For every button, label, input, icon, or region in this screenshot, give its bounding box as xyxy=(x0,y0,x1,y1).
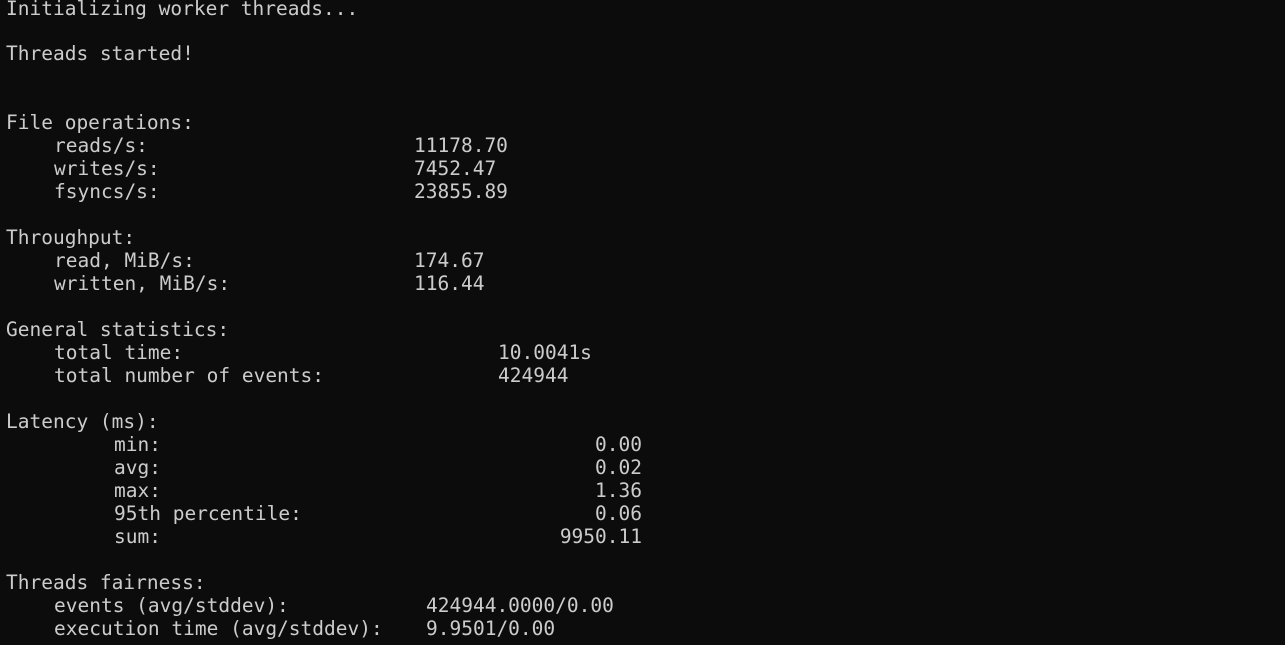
latency-sum-value: 9950.11 xyxy=(559,525,642,548)
fairness-exec-value: 9.9501/0.00 xyxy=(426,617,556,640)
reads-label: reads/s: xyxy=(54,134,148,157)
fairness-events-value: 424944.0000/0.00 xyxy=(426,594,614,617)
threads-started-line: Threads started! xyxy=(6,42,194,65)
latency-avg-label: avg: xyxy=(114,456,161,479)
latency-max-label: max: xyxy=(114,479,161,502)
latency-sum-label: sum: xyxy=(114,525,161,548)
writes-label: writes/s: xyxy=(54,157,160,180)
latency-p95-label: 95th percentile: xyxy=(114,502,302,525)
read-mib-label: read, MiB/s: xyxy=(54,249,195,272)
latency-p95-value: 0.06 xyxy=(595,502,642,525)
fsyncs-value: 23855.89 xyxy=(414,180,508,203)
latency-heading: Latency (ms): xyxy=(6,410,159,433)
writes-value: 7452.47 xyxy=(414,157,497,180)
fairness-events-label: events (avg/stddev): xyxy=(54,594,289,617)
total-time-label: total time: xyxy=(54,341,184,364)
total-events-label: total number of events: xyxy=(54,364,325,387)
written-mib-value: 116.44 xyxy=(414,272,485,295)
total-events-value: 424944 xyxy=(498,364,569,387)
read-mib-value: 174.67 xyxy=(414,249,485,272)
written-mib-label: written, MiB/s: xyxy=(54,272,231,295)
file-operations-heading: File operations: xyxy=(6,111,194,134)
latency-max-value: 1.36 xyxy=(595,479,642,502)
reads-value: 11178.70 xyxy=(414,134,508,157)
throughput-heading: Throughput: xyxy=(6,226,136,249)
latency-min-label: min: xyxy=(114,433,161,456)
terminal-window[interactable]: Initializing worker threads... Threads s… xyxy=(0,0,1285,645)
fairness-exec-label: execution time (avg/stddev): xyxy=(54,617,383,640)
latency-min-value: 0.00 xyxy=(595,433,642,456)
total-time-value: 10.0041s xyxy=(498,341,592,364)
init-line: Initializing worker threads... xyxy=(6,0,359,20)
fsyncs-label: fsyncs/s: xyxy=(54,180,160,203)
latency-avg-value: 0.02 xyxy=(595,456,642,479)
threads-fairness-heading: Threads fairness: xyxy=(6,571,206,594)
general-statistics-heading: General statistics: xyxy=(6,318,230,341)
